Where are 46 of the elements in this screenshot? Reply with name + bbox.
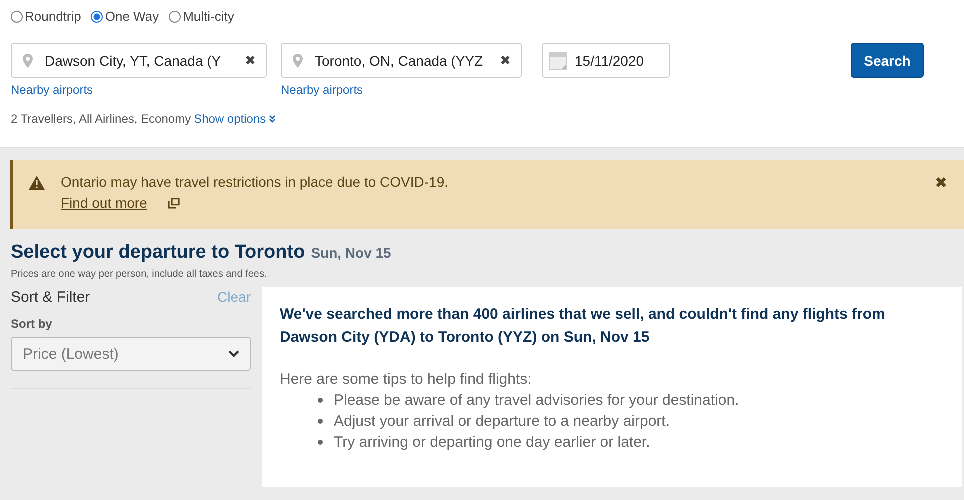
location-pin-icon	[293, 54, 303, 68]
tip-text: Please be aware of any travel advisories for your destination.	[334, 392, 740, 409]
chevron-down-icon	[228, 350, 240, 358]
tip-text: Try arriving or departing one day earlier or later.	[334, 434, 650, 451]
radio-label: Roundtrip	[25, 9, 82, 24]
radio-label: Multi-city	[183, 9, 234, 24]
destination-field[interactable]: Toronto, ON, Canada (YYZ ✖	[281, 43, 522, 78]
price-note: Prices are one way per person, include all taxes and fees.	[11, 269, 268, 280]
trip-type-radio[interactable]: Roundtrip	[11, 9, 82, 24]
search-button[interactable]: Search	[851, 43, 924, 78]
radio-label: One Way	[105, 9, 160, 24]
sort-by-label: Sort by	[11, 317, 54, 331]
sort-filter-title: Sort & Filter	[11, 289, 90, 306]
origin-value: Dawson City, YT, Canada (Y	[45, 52, 222, 68]
bullet-icon	[318, 440, 323, 445]
trip-type-radio[interactable]: Multi-city	[169, 9, 234, 24]
sort-dropdown[interactable]: Price (Lowest)	[11, 337, 251, 371]
travellers-summary: 2 Travellers, All Airlines, Economy	[11, 112, 192, 126]
radio-circle[interactable]	[91, 10, 104, 22]
clear-button[interactable]: ✖	[500, 53, 511, 68]
destination-value: Toronto, ON, Canada (YYZ	[315, 52, 484, 68]
close-button[interactable]: ✖	[935, 174, 948, 229]
no-flights-message: We've searched more than 400 airlines that we sell, and couldn't find any flights from Dawson City (YDA) to Toronto (YYZ) on Sun, Nov 15	[280, 305, 886, 348]
external-window-icon	[168, 198, 180, 208]
alert-message: Ontario may have travel restrictions in place due to COVID-19.	[61, 174, 450, 190]
bullet-icon	[318, 398, 323, 403]
radio-circle[interactable]	[169, 10, 182, 22]
clear-button[interactable]: ✖	[245, 53, 256, 68]
radio-circle[interactable]	[11, 10, 23, 22]
nearby-airports-link[interactable]: Nearby airports	[281, 83, 522, 97]
origin-field[interactable]: Dawson City, YT, Canada (Y ✖	[11, 43, 267, 78]
find-out-more-link[interactable]: Find out more	[61, 195, 148, 211]
location-pin-icon	[23, 54, 33, 68]
trip-type-radio[interactable]: One Way	[91, 9, 160, 24]
double-chevron-icon	[269, 115, 276, 123]
warning-icon	[29, 176, 45, 190]
date-value: 15/11/2020	[575, 52, 646, 68]
departure-date: Sun, Nov 15	[311, 245, 392, 261]
date-field[interactable]: 15/11/2020	[542, 43, 670, 78]
page-heading: Select your departure to Toronto	[11, 242, 306, 264]
bullet-icon	[318, 419, 323, 424]
tip-text: Adjust your arrival or departure to a nearby airport.	[334, 413, 670, 430]
nearby-airports-link[interactable]: Nearby airports	[11, 83, 267, 97]
show-options-link[interactable]: Show options	[194, 112, 266, 126]
tips-intro: Here are some tips to help find flights:	[280, 371, 533, 388]
calendar-icon	[549, 52, 567, 70]
